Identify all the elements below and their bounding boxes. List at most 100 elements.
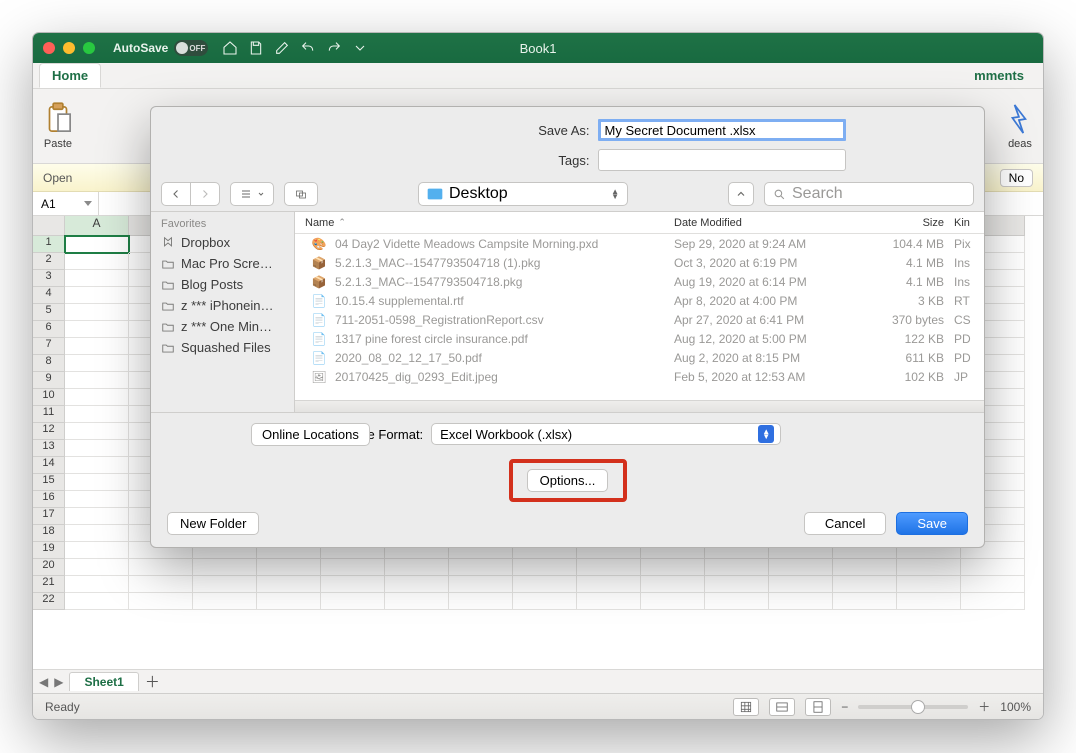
collapse-icon[interactable] bbox=[728, 182, 754, 206]
comments-button[interactable]: mments bbox=[961, 63, 1037, 88]
row-header[interactable]: 18 bbox=[33, 525, 65, 542]
view-normal-icon[interactable] bbox=[733, 698, 759, 716]
zoom-slider[interactable] bbox=[858, 705, 968, 709]
cell[interactable] bbox=[129, 559, 193, 576]
row-header[interactable]: 1 bbox=[33, 236, 65, 253]
row-header[interactable]: 14 bbox=[33, 457, 65, 474]
row-header[interactable]: 16 bbox=[33, 491, 65, 508]
cell[interactable] bbox=[65, 508, 129, 525]
row-header[interactable]: 2 bbox=[33, 253, 65, 270]
row-header[interactable]: 17 bbox=[33, 508, 65, 525]
tags-input[interactable] bbox=[598, 149, 846, 171]
cell[interactable] bbox=[257, 576, 321, 593]
cell[interactable] bbox=[897, 559, 961, 576]
file-format-select[interactable]: Excel Workbook (.xlsx) ▲▼ bbox=[431, 423, 781, 445]
save-button[interactable]: Save bbox=[896, 512, 968, 535]
sidebar-item[interactable]: Dropbox bbox=[151, 232, 294, 253]
cell[interactable] bbox=[65, 559, 129, 576]
cell[interactable] bbox=[769, 576, 833, 593]
save-as-input[interactable] bbox=[598, 119, 846, 141]
file-row[interactable]: 📄10.15.4 supplemental.rtfApr 8, 2020 at … bbox=[295, 291, 984, 310]
cell[interactable] bbox=[897, 593, 961, 610]
cell[interactable] bbox=[65, 593, 129, 610]
cell[interactable] bbox=[65, 406, 129, 423]
cell[interactable] bbox=[65, 457, 129, 474]
edit-icon[interactable] bbox=[274, 40, 290, 56]
file-row[interactable]: 📄711-2051-0598_RegistrationReport.csvApr… bbox=[295, 310, 984, 329]
row-header[interactable]: 8 bbox=[33, 355, 65, 372]
cell[interactable] bbox=[65, 474, 129, 491]
cell[interactable] bbox=[65, 542, 129, 559]
minimize-window[interactable] bbox=[63, 42, 75, 54]
row-header[interactable]: 19 bbox=[33, 542, 65, 559]
file-row[interactable]: 📦5.2.1.3_MAC--1547793504718.pkgAug 19, 2… bbox=[295, 272, 984, 291]
cell[interactable] bbox=[257, 559, 321, 576]
search-input[interactable]: Search bbox=[764, 182, 974, 206]
row-header[interactable]: 21 bbox=[33, 576, 65, 593]
group-button[interactable] bbox=[284, 182, 318, 206]
paste-button[interactable]: Paste bbox=[43, 102, 73, 150]
new-folder-button[interactable]: New Folder bbox=[167, 512, 259, 535]
cell[interactable] bbox=[961, 576, 1025, 593]
cell[interactable] bbox=[769, 559, 833, 576]
cell[interactable] bbox=[65, 440, 129, 457]
row-header[interactable]: 15 bbox=[33, 474, 65, 491]
row-header[interactable]: 6 bbox=[33, 321, 65, 338]
cell[interactable] bbox=[65, 287, 129, 304]
no-button[interactable]: No bbox=[1000, 169, 1033, 187]
cell[interactable] bbox=[513, 559, 577, 576]
ideas-button[interactable]: deas bbox=[1007, 102, 1033, 150]
cell[interactable] bbox=[65, 270, 129, 287]
col-date[interactable]: Date Modified bbox=[674, 217, 864, 229]
view-pagebreak-icon[interactable] bbox=[805, 698, 831, 716]
col-kind[interactable]: Kin bbox=[954, 217, 984, 229]
row-header[interactable]: 13 bbox=[33, 440, 65, 457]
qa-dropdown-icon[interactable] bbox=[352, 40, 368, 56]
cell[interactable] bbox=[193, 593, 257, 610]
view-mode-button[interactable] bbox=[230, 182, 274, 206]
row-header[interactable]: 5 bbox=[33, 304, 65, 321]
undo-icon[interactable] bbox=[300, 40, 316, 56]
sheet-nav-prev-icon[interactable]: ◀ bbox=[39, 675, 48, 689]
sidebar-item[interactable]: Mac Pro Scre… bbox=[151, 253, 294, 274]
file-row[interactable]: 🖼20170425_dig_0293_Edit.jpegFeb 5, 2020 … bbox=[295, 367, 984, 386]
sheet-nav-next-icon[interactable]: ▶ bbox=[54, 675, 63, 689]
cell[interactable] bbox=[65, 491, 129, 508]
zoom-in-icon[interactable]: ＋ bbox=[978, 698, 990, 715]
cell[interactable] bbox=[385, 559, 449, 576]
cell[interactable] bbox=[449, 576, 513, 593]
location-select[interactable]: Desktop ▲▼ bbox=[418, 182, 628, 206]
cell[interactable] bbox=[641, 559, 705, 576]
cell[interactable] bbox=[193, 576, 257, 593]
cell[interactable] bbox=[65, 253, 129, 270]
cell[interactable] bbox=[833, 559, 897, 576]
cell[interactable] bbox=[321, 593, 385, 610]
cell[interactable] bbox=[449, 559, 513, 576]
cell[interactable] bbox=[321, 576, 385, 593]
row-header[interactable]: 12 bbox=[33, 423, 65, 440]
cell[interactable] bbox=[65, 321, 129, 338]
name-box[interactable]: A1 bbox=[33, 192, 99, 215]
cell[interactable] bbox=[65, 525, 129, 542]
cell[interactable] bbox=[705, 593, 769, 610]
add-sheet-icon[interactable]: ＋ bbox=[145, 671, 160, 692]
cell[interactable] bbox=[513, 576, 577, 593]
zoom-out-icon[interactable]: − bbox=[841, 700, 848, 714]
cell[interactable] bbox=[513, 593, 577, 610]
cell[interactable] bbox=[641, 593, 705, 610]
select-all-corner[interactable] bbox=[33, 216, 65, 236]
cell[interactable] bbox=[129, 576, 193, 593]
cell[interactable] bbox=[65, 338, 129, 355]
cell[interactable] bbox=[65, 372, 129, 389]
col-header[interactable]: A bbox=[65, 216, 129, 236]
cancel-button[interactable]: Cancel bbox=[804, 512, 886, 535]
row-header[interactable]: 11 bbox=[33, 406, 65, 423]
nav-back-icon[interactable] bbox=[161, 182, 191, 206]
cell[interactable] bbox=[65, 389, 129, 406]
file-row[interactable]: 🎨04 Day2 Vidette Meadows Campsite Mornin… bbox=[295, 234, 984, 253]
row-header[interactable]: 7 bbox=[33, 338, 65, 355]
cell[interactable] bbox=[65, 355, 129, 372]
home-icon[interactable] bbox=[222, 40, 238, 56]
col-size[interactable]: Size bbox=[864, 217, 954, 229]
file-row[interactable]: 📦5.2.1.3_MAC--1547793504718 (1).pkgOct 3… bbox=[295, 253, 984, 272]
